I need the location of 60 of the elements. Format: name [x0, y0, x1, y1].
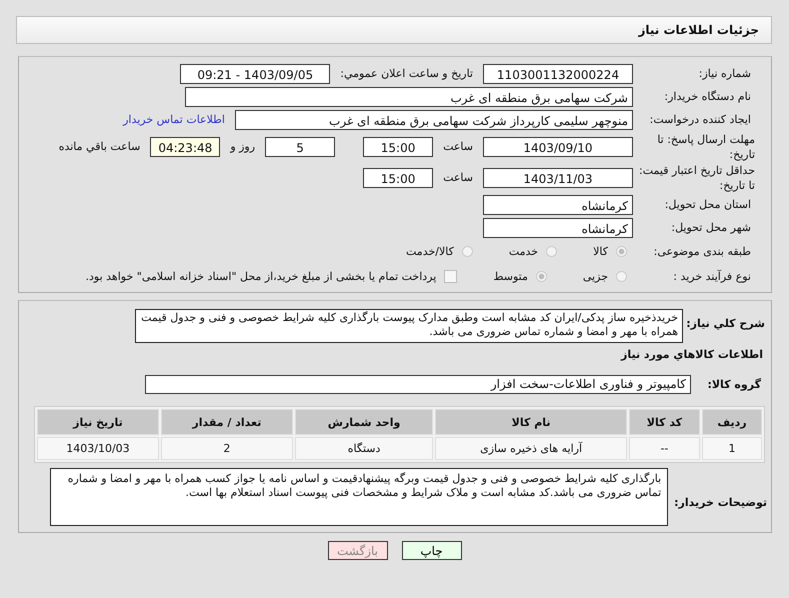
field-label: روز و	[230, 140, 256, 153]
radio-button[interactable]	[616, 246, 627, 257]
radio-label: جزیی	[582, 270, 608, 283]
checkbox[interactable]	[444, 270, 458, 283]
city-field[interactable]: کرمانشاه	[483, 218, 633, 238]
field-label: شرح کلي نیاز:	[685, 316, 765, 330]
radio-label: متوسط	[493, 270, 528, 283]
province-field[interactable]: کرمانشاه	[483, 194, 633, 214]
table-cell: 2	[160, 437, 293, 460]
table-cell: 1	[702, 437, 762, 460]
time-field[interactable]: 15:00	[363, 136, 434, 156]
radio-button[interactable]	[616, 271, 627, 282]
field-label: گروه کالا:	[706, 378, 761, 391]
radio-button[interactable]	[462, 246, 473, 257]
radio-label: کالا	[593, 245, 608, 258]
column-header: تعداد / مقدار	[160, 409, 293, 435]
field-label: شهر محل تحویل:	[670, 220, 751, 235]
field-label: طبقه بندی موضوعی:	[652, 244, 751, 259]
radio-label: خدمت	[508, 245, 538, 258]
radio-button[interactable]	[546, 246, 558, 257]
table-cell: --	[628, 437, 700, 460]
days-field[interactable]: 5	[265, 136, 336, 156]
requester-field[interactable]: منوچهر سلیمی کارپرداز شرکت سهامی برق منطقه ای غرب	[235, 110, 633, 130]
field-label: ساعت	[443, 171, 473, 184]
field-label: ساعت باقي مانده	[58, 140, 140, 153]
table-cell: آرایه های ذخیره سازی	[435, 437, 627, 460]
field-label: نوع فرآیند خرید :	[672, 269, 751, 284]
section-heading: اطلاعات کالاهاي مورد نیاز	[620, 348, 763, 361]
field-label: مهلت ارسال پاسخ: تا تاریخ:	[656, 132, 755, 162]
field-label: نام دستگاه خریدار:	[663, 89, 751, 104]
page-title: جزئیات اطلاعات نیاز	[638, 23, 759, 37]
column-header: تاریخ نیاز	[37, 409, 159, 435]
print-button[interactable]: چاپ	[402, 541, 462, 560]
radio-label: کالا/خدمت	[406, 245, 454, 258]
buyer-contact-link[interactable]: اطلاعات تماس خریدار	[123, 113, 225, 126]
checkbox-label: پرداخت تمام یا بخشی از مبلغ خرید،از محل "اسناد خزانه اسلامی" خواهد بود.	[86, 270, 436, 283]
column-header: واحد شمارش	[294, 409, 434, 435]
field-label: ساعت	[443, 140, 473, 153]
goods-group-field[interactable]: کامپیوتر و فناوری اطلاعات-سخت افزار	[145, 375, 691, 394]
table-cell: دستگاه	[294, 437, 434, 460]
radio-button[interactable]	[536, 271, 547, 282]
field-label: تاریخ و ساعت اعلان عمومي:	[340, 67, 473, 80]
date-field[interactable]: 1403/09/10	[483, 136, 633, 156]
field-label: ایجاد کننده درخواست:	[648, 112, 751, 127]
field-label: شماره نیاز:	[698, 66, 751, 81]
time-field[interactable]: 15:00	[363, 168, 434, 188]
column-header: ردیف	[702, 409, 762, 435]
table-cell: 1403/10/03	[37, 437, 159, 460]
field-label: حداقل تاریخ اعتبار قیمت: تا تاریخ:	[638, 162, 755, 192]
announce-date-field[interactable]: 1403/09/05 - 09:21	[180, 64, 330, 84]
countdown-field: 04:23:48	[150, 136, 220, 156]
field-label: استان محل تحویل:	[664, 197, 751, 212]
buyer-org-field[interactable]: شرکت سهامی برق منطقه ای غرب	[185, 86, 633, 106]
buyer-notes-textarea[interactable]: بارگذاری کلیه شرایط خصوصی و فنی و جدول قیمت وبرگه پیشنهادقیمت و اساس نامه یا جواز کسب همراه با مهر و امضا و شماره تماس ضروری می باشد.کد مشابه است و ملاک شرایط و مشخصات فنی پیوست اسناد استعلام بها است.	[50, 468, 668, 526]
need-number-field[interactable]: 1103001132000224	[483, 64, 633, 84]
field-label: توضیحات خریدار:	[674, 495, 767, 509]
description-textarea[interactable]: خریدذخیره ساز پدکی/ایران کد مشابه است وطبق مدارک پیوست بارگذاری کلیه شرایط خصوصی و فنی و جدول قیمت همراه با مهر و امضا و شماره تماس ضروری می باشد.	[135, 309, 683, 343]
date-field[interactable]: 1403/11/03	[483, 168, 633, 188]
column-header: کد کالا	[628, 409, 700, 435]
column-header: نام کالا	[435, 409, 627, 435]
